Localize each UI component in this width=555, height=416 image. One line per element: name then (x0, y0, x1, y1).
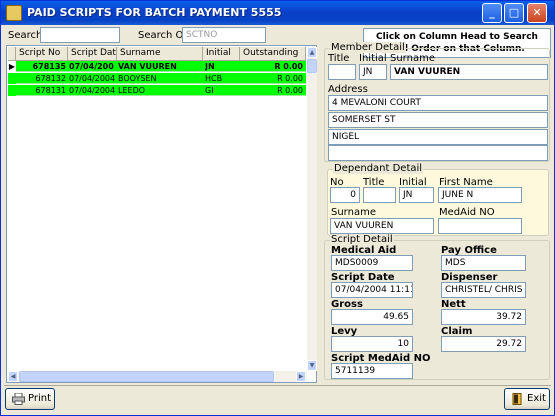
print-button[interactable]: Print (5, 388, 55, 410)
exit-door-icon (511, 393, 524, 405)
dispenser-field[interactable]: CHRISTEL/ CHRIS (441, 282, 526, 298)
scroll-down-arrow-icon[interactable]: ▼ (307, 360, 317, 371)
dependant-title-field[interactable] (363, 187, 396, 203)
cell-initial: JN (205, 62, 215, 71)
cell-surname: LEEDO (118, 86, 146, 95)
scroll-right-arrow-icon[interactable]: ▶ (296, 371, 306, 382)
search-on-input[interactable]: SCTNO (182, 27, 266, 43)
cell-surname: VAN VUUREN (118, 62, 177, 71)
table-row[interactable]: ▶ 678135 07/04/200 VAN VUUREN JN R 0.00 (8, 61, 306, 72)
dependant-detail-group: Dependant Detail No Title Initial First … (327, 163, 549, 236)
close-button[interactable]: ✕ (527, 3, 547, 23)
cell-outstanding: R 0.00 (277, 86, 303, 95)
member-address-line-1[interactable]: 4 MEVALONI COURT (328, 95, 548, 111)
member-surname-label: Surname (390, 53, 435, 64)
title-bar[interactable]: PAID SCRIPTS FOR BATCH PAYMENT 5555 _ □ … (1, 1, 554, 25)
claim-field[interactable]: 29.72 (441, 336, 526, 352)
scroll-left-arrow-icon[interactable]: ◀ (8, 371, 18, 382)
exit-button[interactable]: Exit (504, 388, 550, 410)
window-title: PAID SCRIPTS FOR BATCH PAYMENT 5555 (27, 6, 282, 19)
levy-field[interactable]: 10 (331, 336, 413, 352)
member-surname-field[interactable]: VAN VUUREN (390, 64, 548, 80)
column-header-script-date[interactable]: Script Date (68, 47, 117, 61)
cell-script-date: 07/04/2004 (69, 74, 116, 83)
cell-initial: HCB (205, 74, 223, 83)
member-title-field[interactable] (328, 64, 356, 80)
member-detail-group: Member Detail Title Initial Surname JN V… (324, 42, 550, 162)
cell-initial: GI (205, 86, 214, 95)
script-medaid-no-field[interactable]: 5711139 (331, 363, 413, 379)
column-header-script-no[interactable]: Script No (16, 47, 68, 61)
cell-script-no: 678135 (32, 62, 66, 71)
search-input[interactable] (40, 27, 120, 43)
cell-outstanding: R 0.00 (277, 74, 303, 83)
main-window: PAID SCRIPTS FOR BATCH PAYMENT 5555 _ □ … (0, 0, 555, 416)
nett-field[interactable]: 39.72 (441, 309, 526, 325)
member-address-line-3[interactable]: NIGEL (328, 129, 548, 145)
column-header-outstanding[interactable]: Outstanding (240, 47, 306, 61)
print-button-label: Print (28, 393, 52, 404)
dependant-initial-field[interactable]: JN (399, 187, 434, 203)
dependant-surname-label: Surname (331, 207, 376, 218)
script-date-field[interactable]: 07/04/2004 11:11:3 (331, 282, 413, 298)
cell-script-date: 07/04/200 (69, 62, 114, 71)
script-detail-legend: Script Detail (330, 234, 394, 245)
dependant-detail-legend: Dependant Detail (333, 163, 424, 174)
dependant-first-name-field[interactable]: JUNE N (438, 187, 522, 203)
member-detail-legend: Member Detail (330, 42, 406, 53)
column-header-initial[interactable]: Initial (203, 47, 240, 61)
horizontal-scroll-thumb[interactable] (19, 371, 274, 382)
member-address-line-2[interactable]: SOMERSET ST (328, 112, 548, 128)
app-icon (6, 5, 22, 21)
row-marker (8, 85, 16, 96)
dependant-medaid-field[interactable] (438, 218, 522, 234)
member-address-line-4[interactable] (328, 145, 548, 161)
row-selector-header (8, 47, 16, 61)
vertical-scrollbar[interactable]: ▲ ▼ (307, 47, 317, 371)
vertical-scroll-thumb[interactable] (307, 59, 317, 73)
dependant-medaid-label: MedAid NO (439, 207, 495, 218)
member-title-label: Title (328, 53, 350, 64)
row-marker: ▶ (8, 61, 16, 72)
exit-button-label: Exit (527, 393, 546, 404)
table-row[interactable]: 678132 07/04/2004 BOOYSEN HCB R 0.00 (8, 73, 306, 84)
dependant-no-field[interactable]: 0 (330, 187, 360, 203)
medical-aid-field[interactable]: MDS0009 (331, 255, 413, 271)
script-detail-group: Script Detail Medical Aid Pay Office MDS… (324, 234, 550, 380)
divider (4, 385, 551, 386)
maximize-button[interactable]: □ (504, 3, 524, 23)
table-row[interactable]: 678131 07/04/2004 LEEDO GI R 0.00 (8, 85, 306, 96)
printer-icon (12, 392, 25, 405)
dependant-surname-field[interactable]: VAN VUUREN (330, 218, 434, 234)
scroll-up-arrow-icon[interactable]: ▲ (307, 47, 317, 58)
cell-script-date: 07/04/2004 (69, 86, 116, 95)
column-header-surname[interactable]: Surname (117, 47, 203, 61)
member-initial-field[interactable]: JN (359, 64, 387, 80)
cell-script-no: 678131 (35, 86, 66, 95)
search-label: Search (8, 30, 43, 41)
pay-office-field[interactable]: MDS (441, 255, 526, 271)
cell-surname: BOOYSEN (118, 74, 157, 83)
cell-outstanding: R 0.00 (274, 62, 303, 71)
horizontal-scrollbar[interactable]: ◀ ▶ (8, 371, 307, 382)
row-marker (8, 73, 16, 84)
scripts-grid[interactable]: Script No Script Date Surname Initial Ou… (6, 45, 317, 383)
minimize-button[interactable]: _ (482, 3, 502, 23)
gross-field[interactable]: 49.65 (331, 309, 413, 325)
member-initial-label: Initial (359, 53, 387, 64)
member-address-label: Address (328, 84, 368, 95)
cell-script-no: 678132 (35, 74, 66, 83)
